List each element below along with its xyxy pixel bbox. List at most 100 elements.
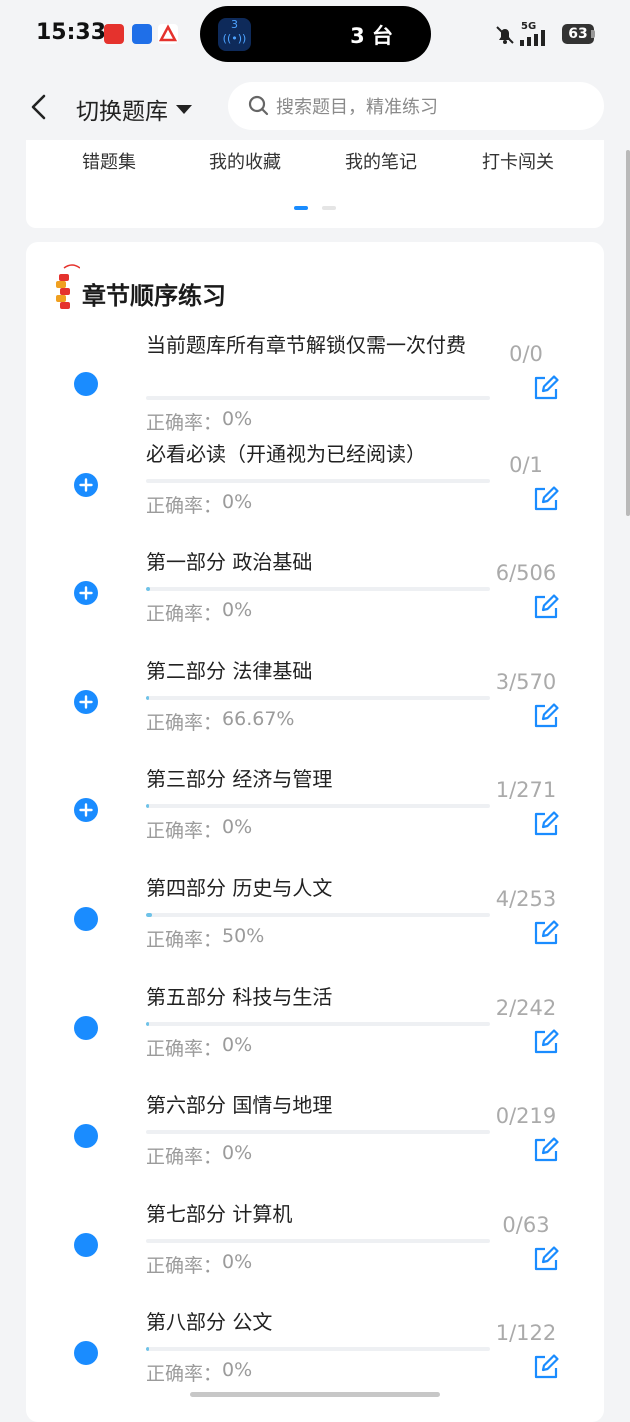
chapter-row[interactable]: 第二部分 法律基础 正确率： 66.67% 3/570 xyxy=(26,658,604,766)
chapter-title: 必看必读（开通视为已经阅读） xyxy=(146,441,426,466)
progress-bar xyxy=(146,804,490,809)
tab-checkin-challenge[interactable]: 打卡闯关 xyxy=(482,148,554,174)
search-input[interactable]: 搜索题目，精准练习 xyxy=(228,82,604,130)
accuracy-value: 0% xyxy=(222,816,253,839)
accuracy-text: 正确率： 66.67% xyxy=(146,708,294,735)
chapter-title: 第四部分 历史与人文 xyxy=(146,876,333,900)
chapter-practice-card: 章节顺序练习 当前题库所有章节解锁仅需一次付费 正确率： 0% 0/0 必看必读（开通视… xyxy=(26,242,604,1422)
accuracy-value: 0% xyxy=(222,1142,253,1165)
switch-question-bank-button[interactable]: 切换题库 xyxy=(76,92,192,126)
chapter-row[interactable]: 第一部分 政治基础 正确率： 0% 6/506 xyxy=(26,549,604,657)
tab-favorites[interactable]: 我的收藏 xyxy=(209,148,281,174)
accuracy-text: 正确率： 0% xyxy=(146,599,252,626)
accuracy-text: 正确率： 0% xyxy=(146,1034,252,1061)
accuracy-value: 0% xyxy=(222,1250,253,1273)
expand-plus-icon[interactable] xyxy=(74,798,98,823)
progress-fill xyxy=(146,587,151,592)
accuracy-text: 正确率： 0% xyxy=(146,1359,252,1386)
accuracy-label: 正确率： xyxy=(146,711,223,734)
battery-icon: 63 xyxy=(562,24,594,44)
firecracker-icon xyxy=(56,264,80,309)
chapter-row[interactable]: 当前题库所有章节解锁仅需一次付费 正确率： 0% 0/0 xyxy=(26,332,604,440)
expand-plus-icon[interactable] xyxy=(74,689,98,714)
chapter-title: 第二部分 法律基础 xyxy=(146,658,313,683)
accuracy-value: 0% xyxy=(222,1359,253,1382)
search-icon xyxy=(248,95,269,116)
progress-bar xyxy=(146,1130,490,1135)
app-notification-icon-1 xyxy=(104,24,124,44)
edit-practice-icon[interactable] xyxy=(532,593,560,621)
app-notification-icon-2 xyxy=(132,24,152,44)
chapter-row[interactable]: 第五部分 科技与生活 正确率： 0% 2/242 xyxy=(26,984,604,1092)
accuracy-label: 正确率： xyxy=(146,820,223,843)
accuracy-value: 0% xyxy=(222,490,253,513)
edit-practice-icon[interactable] xyxy=(532,1028,560,1056)
chapter-row[interactable]: 第三部分 经济与管理 正确率： 0% 1/271 xyxy=(26,766,604,874)
question-count: 6/506 xyxy=(495,561,557,586)
chapter-row[interactable]: 第六部分 国情与地理 正确率： 0% 0/219 xyxy=(26,1092,604,1200)
status-bar: 15:33 3 ((•)) 3 台 5G 63 xyxy=(0,0,630,68)
accuracy-text: 正确率： 0% xyxy=(146,491,252,518)
question-count: 0/1 xyxy=(509,452,543,477)
broadcast-icon: 3 ((•)) xyxy=(218,18,251,51)
edit-practice-icon[interactable] xyxy=(532,1136,560,1164)
search-placeholder: 搜索题目，精准练习 xyxy=(276,97,438,118)
tab-notes[interactable]: 我的笔记 xyxy=(345,148,417,174)
dynamic-island[interactable]: 3 ((•)) 3 台 xyxy=(200,6,431,62)
question-count: 0/63 xyxy=(502,1212,550,1237)
chapter-row[interactable]: 第四部分 历史与人文 正确率： 50% 4/253 xyxy=(26,875,604,983)
chapter-row[interactable]: 第八部分 公文 正确率： 0% 1/122 xyxy=(26,1309,604,1417)
accuracy-label: 正确率： xyxy=(146,412,223,434)
home-indicator[interactable] xyxy=(190,1392,440,1397)
accuracy-value: 0% xyxy=(222,408,253,430)
tab-wrong-questions[interactable]: 错题集 xyxy=(82,148,136,174)
back-arrow-icon[interactable] xyxy=(24,88,58,126)
header-bar: 切换题库 搜索题目，精准练习 xyxy=(0,74,630,140)
unlocked-dot-icon xyxy=(74,1232,98,1257)
edit-practice-icon[interactable] xyxy=(532,1245,560,1273)
island-badge: 3 xyxy=(231,18,238,31)
caret-down-icon xyxy=(176,104,192,114)
accuracy-text: 正确率： 0% xyxy=(146,816,252,843)
progress-bar xyxy=(146,478,490,483)
accuracy-label: 正确率： xyxy=(146,1254,223,1277)
expand-plus-icon[interactable] xyxy=(74,581,98,606)
edit-practice-icon[interactable] xyxy=(532,702,560,730)
edit-practice-icon[interactable] xyxy=(532,1353,560,1381)
progress-bar xyxy=(146,1238,490,1243)
chapter-row[interactable]: 第七部分 计算机 正确率： 0% 0/63 xyxy=(26,1201,604,1309)
unlocked-dot-icon xyxy=(74,907,98,931)
expand-plus-icon[interactable] xyxy=(74,472,98,497)
progress-bar xyxy=(146,1021,490,1026)
accuracy-label: 正确率： xyxy=(146,1363,223,1386)
progress-fill xyxy=(146,1347,150,1352)
question-count: 0/0 xyxy=(509,342,543,366)
progress-bar xyxy=(146,913,490,917)
mute-bell-icon xyxy=(496,26,514,44)
progress-fill xyxy=(146,913,152,917)
progress-fill xyxy=(146,1021,150,1026)
scrollbar[interactable] xyxy=(626,150,630,516)
edit-practice-icon[interactable] xyxy=(532,374,560,402)
accuracy-label: 正确率： xyxy=(146,1146,223,1169)
chapter-title: 第六部分 国情与地理 xyxy=(146,1093,333,1118)
accuracy-text: 正确率： 0% xyxy=(146,1142,252,1169)
progress-bar xyxy=(146,587,490,592)
chapter-title: 第八部分 公文 xyxy=(146,1310,273,1335)
accuracy-text: 正确率： 50% xyxy=(146,925,264,952)
unlocked-dot-icon xyxy=(74,1124,98,1149)
edit-practice-icon[interactable] xyxy=(532,485,560,513)
question-count: 1/271 xyxy=(495,778,557,803)
chapter-title: 第一部分 政治基础 xyxy=(146,550,313,575)
edit-practice-icon[interactable] xyxy=(532,810,560,838)
question-count: 4/253 xyxy=(495,887,557,911)
accuracy-label: 正确率： xyxy=(146,494,223,517)
edit-practice-icon[interactable] xyxy=(532,919,560,947)
unlocked-dot-icon xyxy=(74,372,98,396)
accuracy-value: 66.67% xyxy=(222,707,295,730)
question-count: 2/242 xyxy=(495,995,557,1020)
question-count: 1/122 xyxy=(495,1321,557,1346)
progress-bar xyxy=(146,1347,490,1352)
chapter-row[interactable]: 必看必读（开通视为已经阅读） 正确率： 0% 0/1 xyxy=(26,441,604,549)
app-notification-icon-3 xyxy=(158,24,178,44)
